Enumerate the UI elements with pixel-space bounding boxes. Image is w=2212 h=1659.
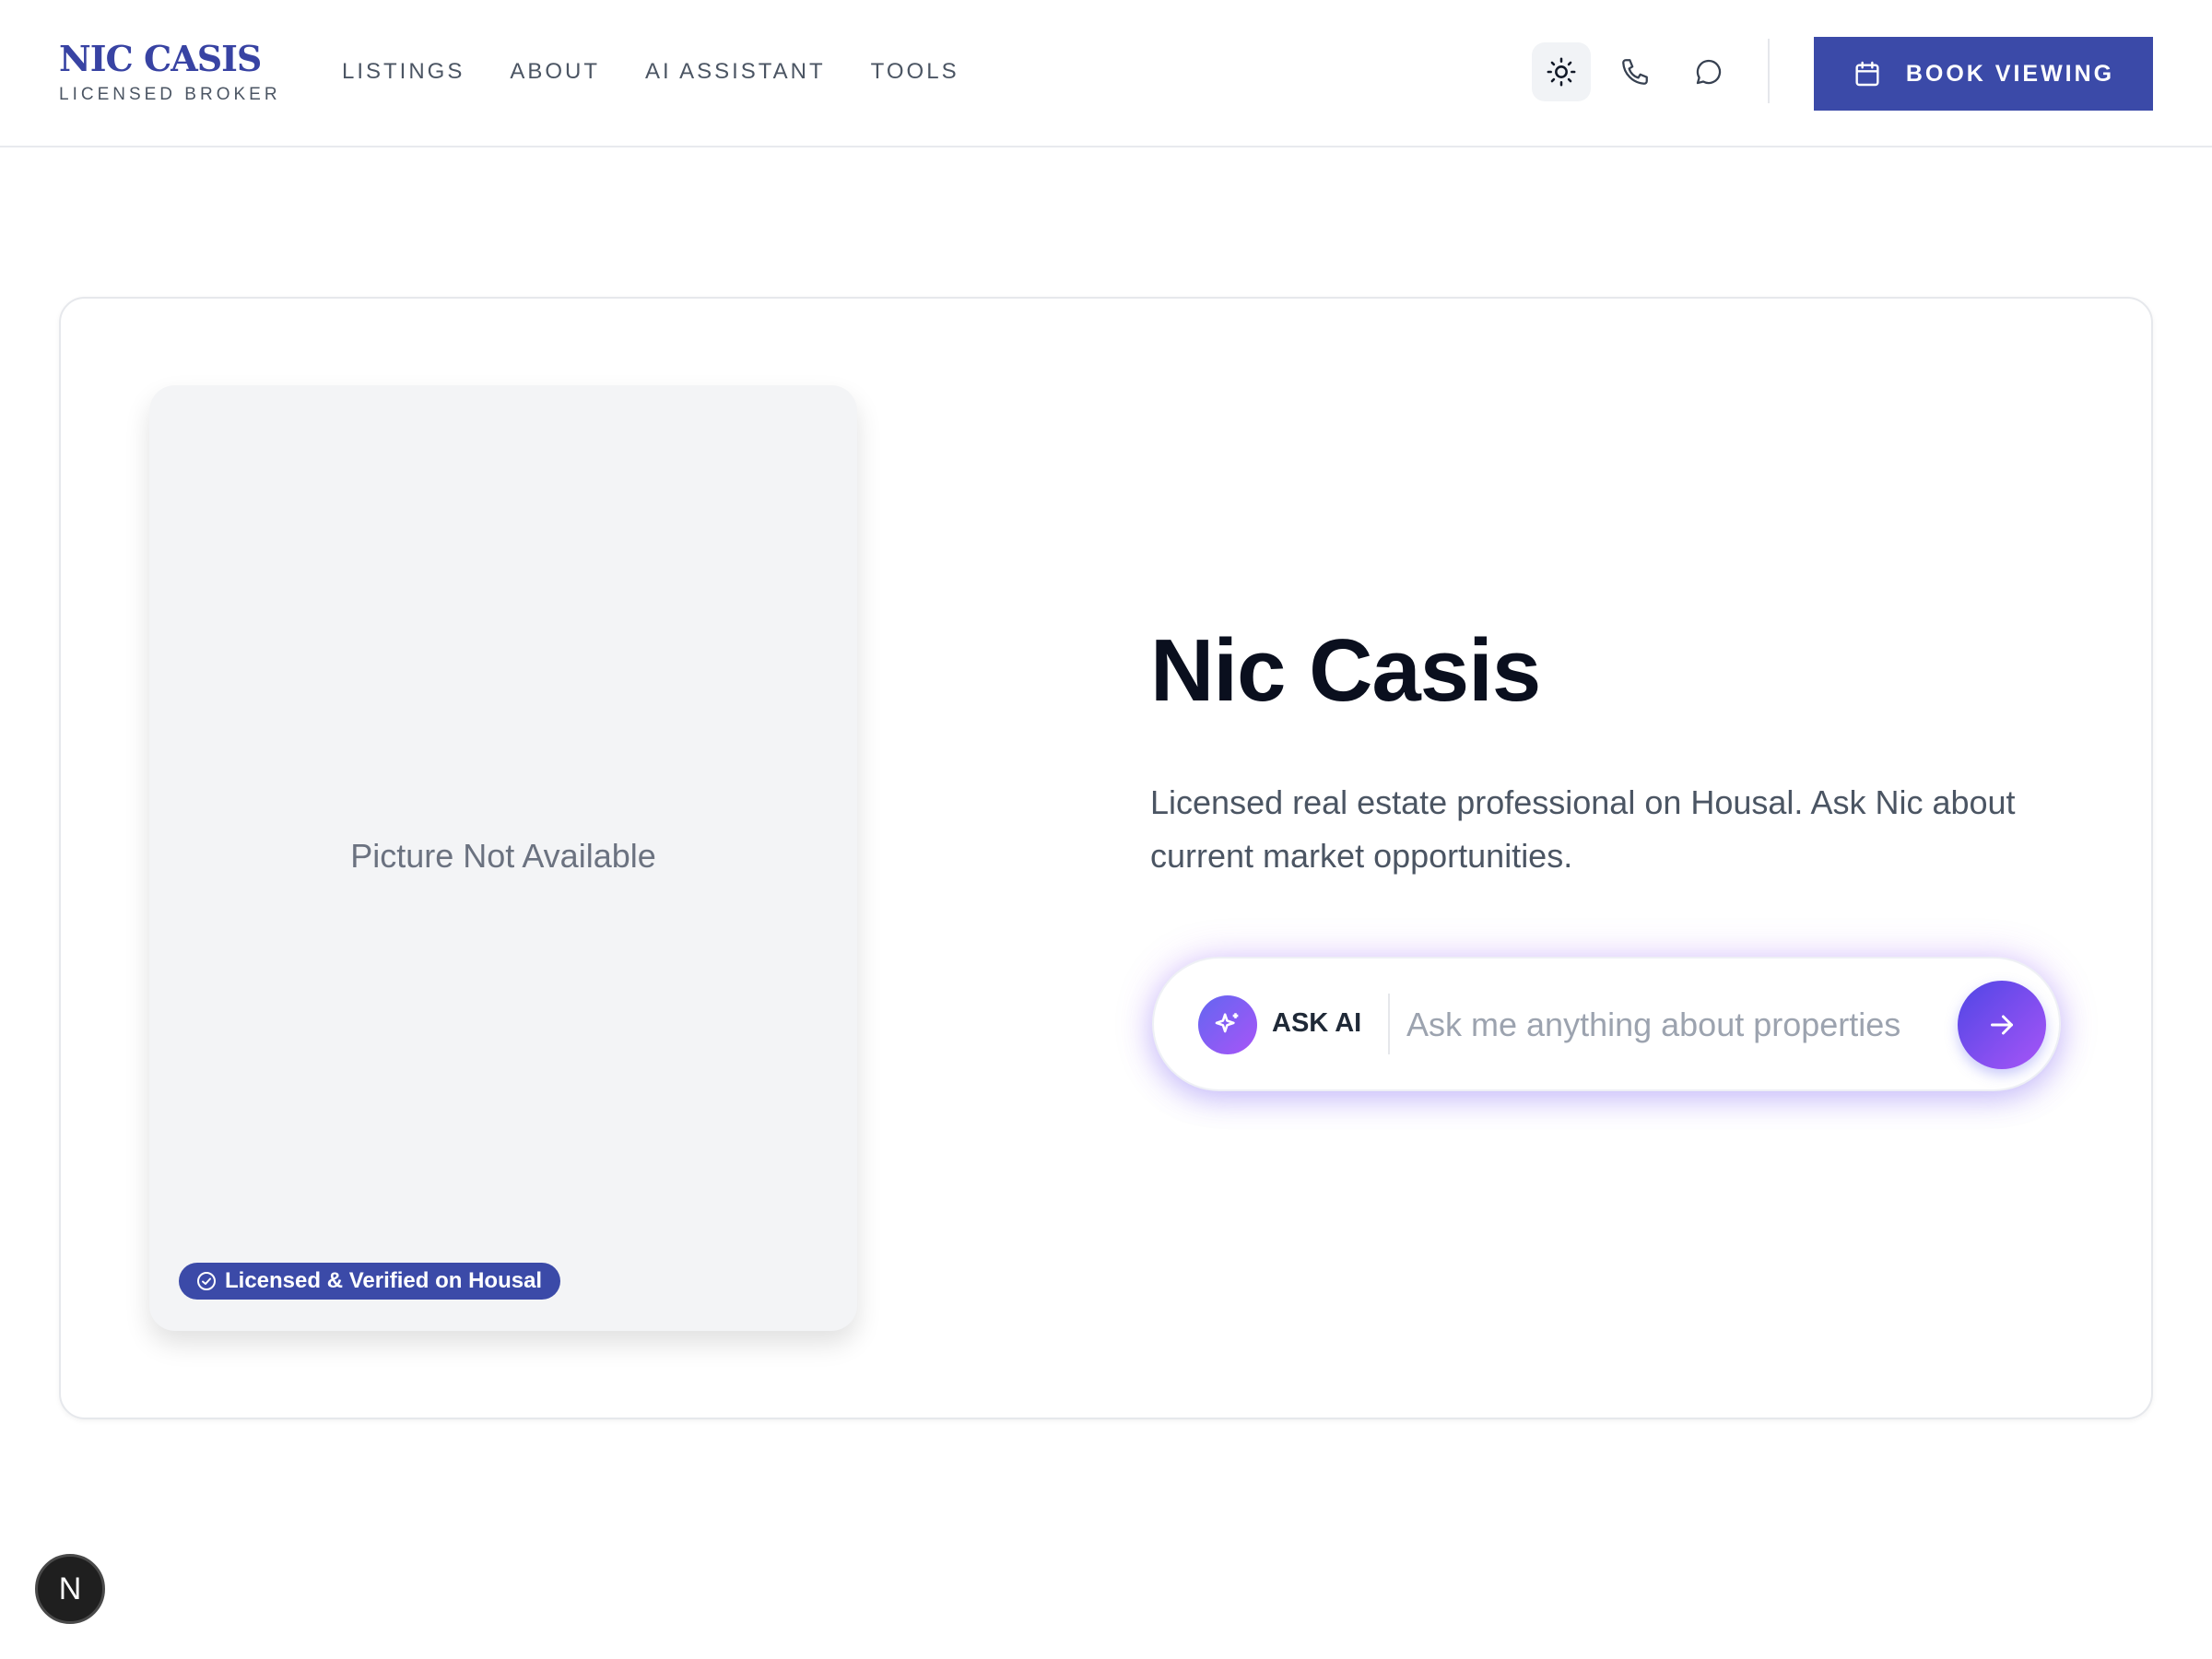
dev-tools-indicator[interactable]: N bbox=[35, 1554, 105, 1624]
profile-photo: Picture Not Available Licensed & Verifie… bbox=[149, 385, 857, 1331]
agent-name: Nic Casis bbox=[1150, 621, 1541, 720]
calendar-icon bbox=[1855, 61, 1879, 87]
header-divider bbox=[1768, 39, 1770, 103]
chat-icon bbox=[1696, 59, 1722, 85]
book-viewing-button[interactable]: BOOK VIEWING bbox=[1814, 37, 2153, 111]
nav-listings[interactable]: LISTINGS bbox=[342, 57, 465, 87]
sun-icon bbox=[1547, 57, 1576, 87]
message-button[interactable] bbox=[1679, 42, 1738, 101]
site-header: NIC CASIS LICENSED BROKER LISTINGS ABOUT… bbox=[0, 0, 2212, 147]
ask-ai-input[interactable] bbox=[1406, 992, 1932, 1058]
brand-subtitle: LICENSED BROKER bbox=[59, 85, 281, 104]
brand-name: NIC CASIS bbox=[59, 38, 262, 79]
nav-tools[interactable]: TOOLS bbox=[871, 57, 959, 87]
ask-divider bbox=[1388, 994, 1390, 1054]
photo-placeholder-text: Picture Not Available bbox=[350, 837, 656, 875]
verified-badge: Licensed & Verified on Housal bbox=[179, 1263, 561, 1300]
call-button[interactable] bbox=[1606, 42, 1665, 101]
nav-about[interactable]: ABOUT bbox=[510, 57, 600, 87]
brand-logo[interactable]: NIC CASIS LICENSED BROKER bbox=[59, 37, 281, 105]
arrow-right-icon bbox=[1991, 1015, 2013, 1035]
theme-toggle-button[interactable] bbox=[1532, 42, 1591, 101]
ask-ai-label: ASK AI bbox=[1272, 1008, 1362, 1038]
check-circle-icon bbox=[197, 1272, 216, 1290]
agent-description: Licensed real estate professional on Hou… bbox=[1150, 783, 2016, 875]
ask-ai-bar: ASK AI bbox=[1152, 957, 2061, 1091]
ai-sparkle-chip bbox=[1198, 995, 1257, 1054]
book-viewing-label: BOOK VIEWING bbox=[1905, 60, 2115, 87]
ask-send-button[interactable] bbox=[1958, 981, 2046, 1069]
main-nav: LISTINGS ABOUT AI ASSISTANT TOOLS bbox=[342, 57, 1005, 87]
phone-icon bbox=[1622, 59, 1648, 85]
nav-ai-assistant[interactable]: AI ASSISTANT bbox=[645, 57, 826, 87]
sparkle-icon bbox=[1215, 1013, 1239, 1033]
verified-badge-label: Licensed & Verified on Housal bbox=[225, 1268, 543, 1293]
